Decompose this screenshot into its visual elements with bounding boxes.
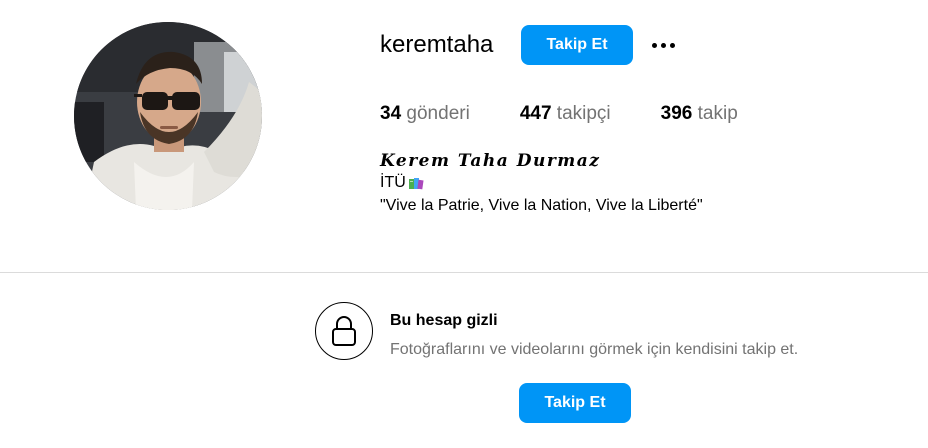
bio-school-text: İTÜ bbox=[380, 174, 406, 191]
bio-quote: "Vive la Patrie, Vive la Nation, Vive la… bbox=[380, 197, 703, 214]
posts-count: 34 bbox=[380, 103, 402, 124]
more-dot bbox=[660, 42, 666, 48]
stat-posts: 34 gönderi bbox=[380, 102, 470, 126]
profile-avatar[interactable] bbox=[74, 22, 262, 210]
profile-page: keremtaha Takip Et 34 gönderi 447 takipç… bbox=[0, 0, 928, 448]
lock-icon-container bbox=[315, 302, 373, 360]
bio-school: İTÜ bbox=[380, 173, 424, 193]
posts-label: gönderi bbox=[406, 103, 470, 124]
section-divider bbox=[0, 272, 928, 273]
stat-followers[interactable]: 447 takipçi bbox=[520, 102, 611, 126]
books-icon bbox=[408, 178, 424, 190]
profile-username: keremtaha bbox=[380, 31, 494, 58]
bio-full-name: Kerem Taha Durmaz bbox=[380, 151, 601, 171]
private-account-title: Bu hesap gizli bbox=[390, 312, 498, 329]
more-options-icon[interactable] bbox=[648, 34, 678, 56]
more-dot bbox=[669, 42, 675, 48]
followers-count: 447 bbox=[519, 103, 552, 124]
lock-icon bbox=[332, 316, 356, 346]
following-count: 396 bbox=[660, 103, 693, 124]
profile-stats: 34 gönderi 447 takipçi 396 takip bbox=[380, 102, 788, 126]
followers-label: takipçi bbox=[556, 103, 611, 124]
private-account-description: Fotoğraflarını ve videolarını görmek içi… bbox=[390, 341, 799, 358]
avatar-image bbox=[74, 22, 262, 210]
following-label: takip bbox=[697, 103, 738, 124]
follow-button-private[interactable]: Takip Et bbox=[519, 383, 631, 423]
stat-following[interactable]: 396 takip bbox=[661, 102, 738, 126]
follow-button[interactable]: Takip Et bbox=[521, 25, 633, 65]
more-dot bbox=[651, 42, 657, 48]
